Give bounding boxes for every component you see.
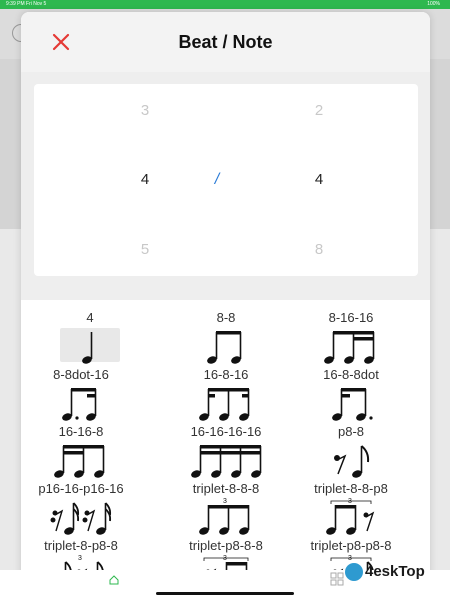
note-option-triplet-8-8-8[interactable]: triplet-8-8-8 3 bbox=[166, 481, 286, 539]
note-label: 16-16-8 bbox=[58, 424, 104, 439]
eighth-sixteenths-icon bbox=[324, 331, 375, 364]
eighth-pair-icon bbox=[207, 331, 242, 364]
note-label: triplet-p8-p8-8 bbox=[310, 538, 392, 553]
picker-left-selected[interactable]: 4 bbox=[125, 171, 165, 188]
status-bar: 9:39 PM Fri Nov 5 100% bbox=[0, 0, 450, 9]
modal-title: Beat / Note bbox=[178, 32, 273, 52]
note-label: triplet-8-8-8 bbox=[192, 481, 260, 496]
note-pattern-grid: 4 8-8 8-16-16 8-8dot-16 16-8-16 16-8-8do… bbox=[21, 300, 430, 582]
tab-home[interactable] bbox=[96, 572, 132, 596]
triplet-eighths-rest-icon: 3 bbox=[326, 498, 375, 535]
quarter-note-icon bbox=[82, 332, 93, 364]
four-sixteenths-icon bbox=[191, 445, 262, 478]
status-battery: 100% bbox=[427, 1, 440, 7]
home-indicator bbox=[156, 592, 294, 595]
note-option-8-8dot-16[interactable]: 8-8dot-16 bbox=[21, 367, 141, 425]
note-option-p16-16-p16-16[interactable]: p16-16-p16-16 bbox=[21, 481, 141, 539]
note-label: 16-16-16-16 bbox=[190, 424, 262, 439]
note-option-p8-8[interactable]: p8-8 bbox=[291, 424, 411, 482]
picker-right-option[interactable]: 2 bbox=[299, 102, 339, 119]
sixteenths-eighth-icon bbox=[54, 445, 105, 478]
modal-body: 3 4 5 / 2 4 8 4 8-8 8-16-16 8-8dot-16 16… bbox=[21, 72, 430, 582]
note-option-triplet-8-8-p8[interactable]: triplet-8-8-p8 3 bbox=[291, 481, 411, 539]
note-label: 8-8dot-16 bbox=[53, 367, 109, 382]
note-label: triplet-8-8-p8 bbox=[314, 481, 388, 496]
picker-right-option[interactable]: 8 bbox=[299, 241, 339, 258]
close-button[interactable] bbox=[49, 30, 73, 54]
status-time: 9:39 PM Fri Nov 5 bbox=[6, 1, 47, 7]
dotted-eighth-sixteenth-icon bbox=[62, 388, 97, 421]
picker-separator: / bbox=[214, 171, 220, 188]
grid-icon bbox=[330, 572, 344, 586]
note-label: 16-8-8dot bbox=[323, 367, 379, 382]
sixteenth-eighth-sixteenth-icon bbox=[199, 388, 250, 421]
note-option-8-8[interactable]: 8-8 bbox=[166, 310, 286, 368]
triplet-eighths-icon: 3 bbox=[199, 498, 250, 535]
note-option-16-16-8[interactable]: 16-16-8 bbox=[21, 424, 141, 482]
note-label: 8-16-16 bbox=[328, 310, 374, 325]
note-label: 8-8 bbox=[216, 310, 236, 325]
note-label: 4 bbox=[86, 310, 94, 325]
note-option-16-8-8dot[interactable]: 16-8-8dot bbox=[291, 367, 411, 425]
svg-text:3: 3 bbox=[348, 498, 352, 505]
eighth-rest-eighth-icon bbox=[334, 445, 370, 478]
note-label: p8-8 bbox=[337, 424, 365, 439]
beat-note-modal: Beat / Note 3 4 5 / 2 4 8 4 8-8 8-16-16 … bbox=[21, 12, 430, 582]
note-option-16-16-16-16[interactable]: 16-16-16-16 bbox=[166, 424, 286, 482]
picker-left-option[interactable]: 3 bbox=[125, 102, 165, 119]
picker-left-option[interactable]: 5 bbox=[125, 241, 165, 258]
svg-text:3: 3 bbox=[223, 555, 227, 562]
note-label: triplet-p8-8-8 bbox=[189, 538, 263, 553]
svg-text:3: 3 bbox=[223, 498, 227, 505]
note-label: 16-8-16 bbox=[203, 367, 249, 382]
watermark: 4eskTop bbox=[345, 561, 435, 583]
note-label: p16-16-p16-16 bbox=[38, 481, 124, 496]
note-option-8-16-16[interactable]: 8-16-16 bbox=[291, 310, 411, 368]
beat-note-picker[interactable]: 3 4 5 / 2 4 8 bbox=[34, 84, 418, 276]
sixteenth-rest-pattern-icon bbox=[50, 502, 112, 535]
picker-right-selected[interactable]: 4 bbox=[299, 171, 339, 188]
note-label: triplet-8-p8-8 bbox=[44, 538, 118, 553]
svg-text:3: 3 bbox=[78, 555, 82, 562]
watermark-text: 4eskTop bbox=[365, 563, 425, 580]
sixteenth-dotted-eighth-icon bbox=[332, 388, 373, 421]
close-x-icon bbox=[52, 33, 70, 51]
note-option-16-8-16[interactable]: 16-8-16 bbox=[166, 367, 286, 425]
tab-grid[interactable] bbox=[330, 572, 346, 588]
modal-header: Beat / Note bbox=[21, 12, 430, 72]
home-icon bbox=[109, 575, 119, 585]
note-option-quarter[interactable]: 4 bbox=[50, 310, 170, 368]
watermark-logo-icon bbox=[345, 563, 363, 582]
